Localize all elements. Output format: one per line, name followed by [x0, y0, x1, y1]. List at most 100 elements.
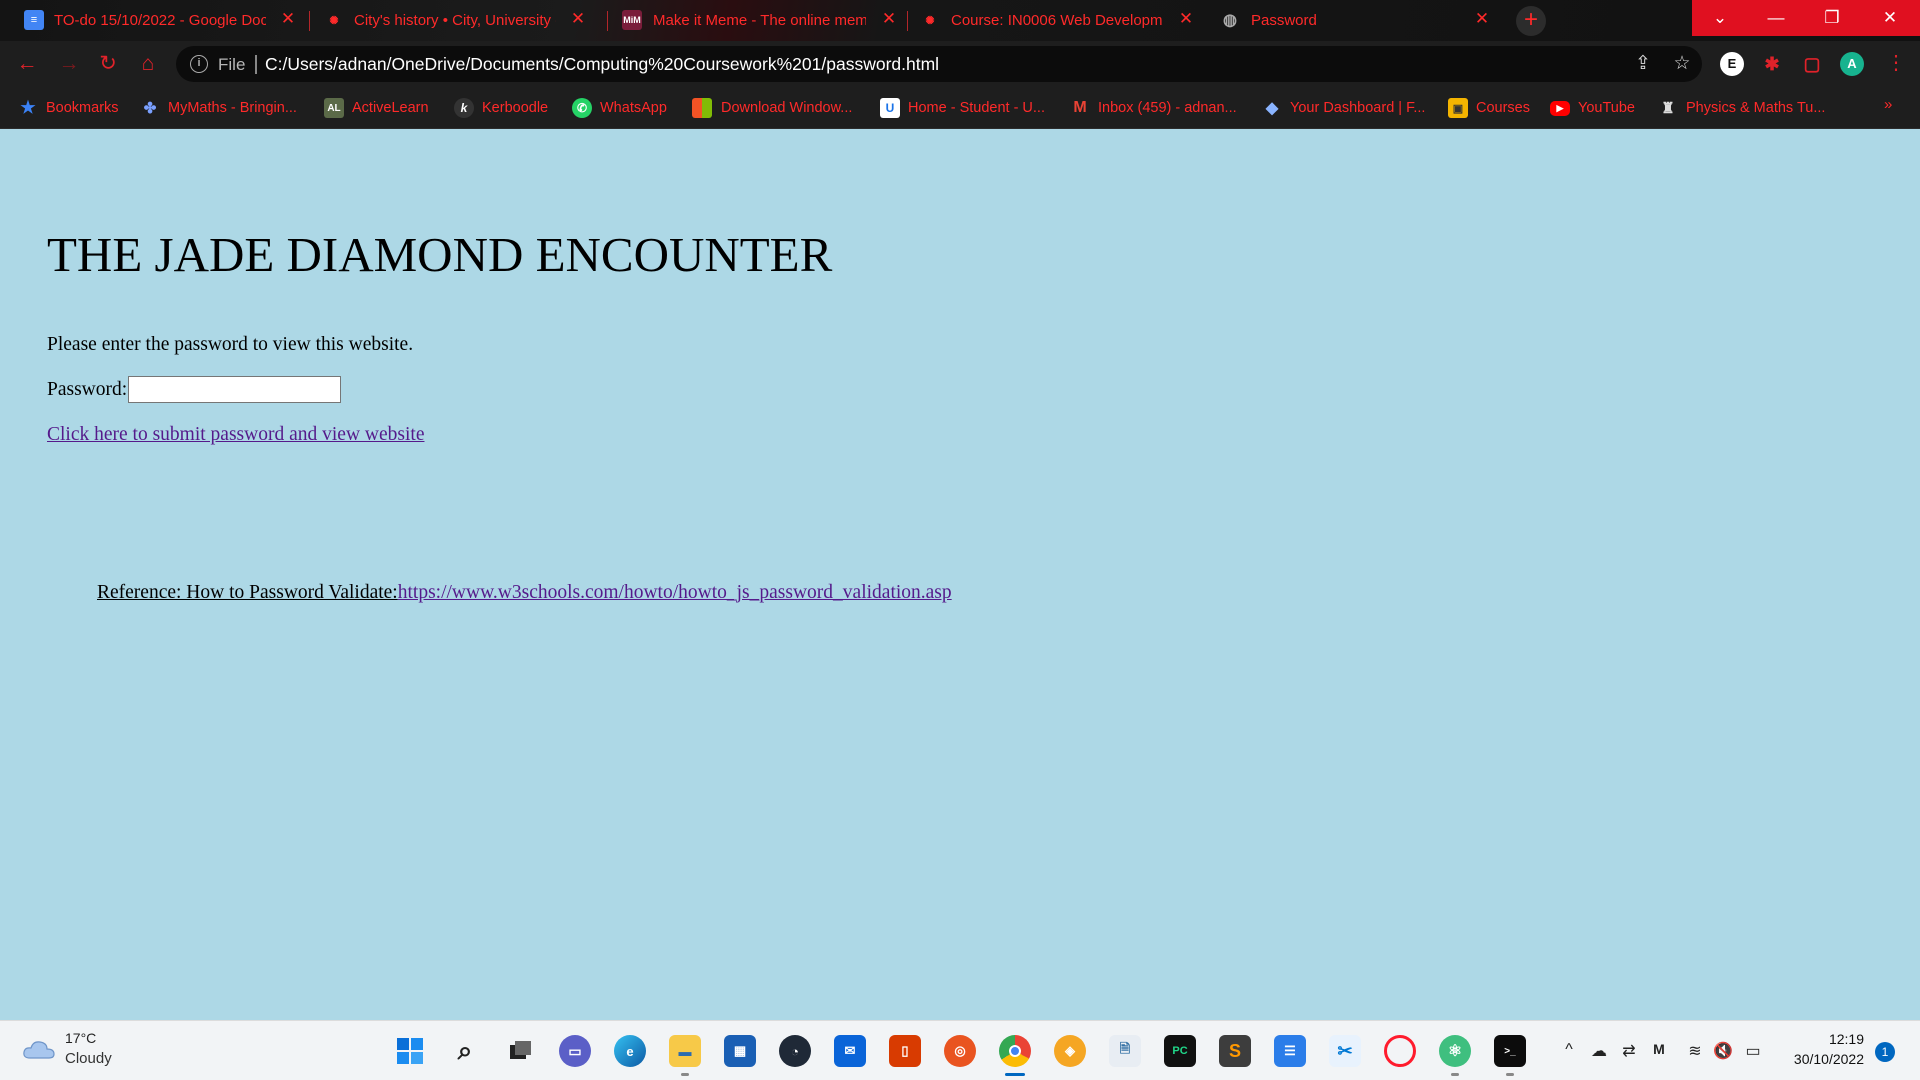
active-indicator	[1005, 1073, 1025, 1076]
tab-close-icon[interactable]: ✕	[1176, 9, 1196, 29]
bookmark-star-icon[interactable]: ☆	[1670, 52, 1694, 76]
reload-button[interactable]: ↻	[95, 51, 121, 77]
store-icon[interactable]: ▦	[724, 1035, 756, 1067]
running-indicator	[681, 1073, 689, 1076]
bookmark-item[interactable]: Download Window...	[692, 96, 852, 120]
tab-course-web-dev[interactable]: ✺ Course: IN0006 Web Development ✕	[920, 0, 1193, 41]
tab-separator	[607, 11, 608, 31]
notification-badge[interactable]: 1	[1875, 1042, 1895, 1062]
pycharm-icon[interactable]: PC	[1164, 1035, 1196, 1067]
cloud-icon[interactable]	[22, 1038, 56, 1060]
terminal-icon[interactable]: >_	[1494, 1035, 1526, 1067]
tab-google-docs[interactable]: ≡ TO-do 15/10/2022 - Google Docs ✕	[24, 0, 295, 41]
password-label: Password:	[47, 378, 128, 400]
weather-temperature[interactable]: 17°C	[65, 1030, 96, 1046]
bookmark-item[interactable]: ✆ WhatsApp	[572, 96, 667, 120]
puzzle-icon[interactable]: ✱	[1760, 52, 1784, 76]
weather-description[interactable]: Cloudy	[65, 1050, 112, 1067]
bookmark-label: Your Dashboard | F...	[1290, 100, 1426, 116]
whatsapp-icon: ✆	[572, 98, 592, 118]
forward-button[interactable]: →	[56, 51, 82, 77]
kerboodle-icon: k	[454, 98, 474, 118]
forward-arrow-icon: →	[58, 52, 80, 75]
address-bar[interactable]: i File C:/Users/adnan/OneDrive/Documents…	[176, 46, 1702, 82]
bookmark-item[interactable]: U Home - Student - U...	[880, 96, 1045, 120]
file-explorer-icon[interactable]: ▬	[669, 1035, 701, 1067]
chevron-up-icon[interactable]: ^	[1558, 1041, 1580, 1059]
bookmark-item[interactable]: ★ Bookmarks	[18, 96, 119, 120]
tab-city-history[interactable]: ✺ City's history • City, University of L…	[324, 0, 585, 41]
clock-date[interactable]: 30/10/2022	[1782, 1051, 1864, 1067]
chat-icon[interactable]: ▭	[559, 1035, 591, 1067]
speedometer-icon[interactable]: ◔	[779, 1035, 811, 1067]
chip-separator	[255, 55, 257, 74]
tab-separator	[907, 11, 908, 31]
bookmark-item[interactable]: ▶ YouTube	[1550, 96, 1635, 120]
atom-icon[interactable]: ⚛	[1439, 1035, 1471, 1067]
clock-time[interactable]: 12:19	[1828, 1031, 1864, 1047]
menu-icon[interactable]: ⋮	[1886, 50, 1906, 75]
bookmark-label: Bookmarks	[46, 100, 119, 116]
python-icon[interactable]: 🗎	[1109, 1035, 1141, 1067]
battery-icon[interactable]: ▭	[1742, 1041, 1764, 1061]
tab-close-icon[interactable]: ✕	[879, 9, 899, 29]
tab-close-icon[interactable]: ✕	[278, 9, 298, 29]
password-input[interactable]	[128, 376, 342, 403]
search-icon[interactable]: ⌕	[449, 1035, 481, 1067]
notepad-icon[interactable]: ☰	[1274, 1035, 1306, 1067]
mail-icon[interactable]: ✉	[834, 1035, 866, 1067]
bookmark-item[interactable]: M Inbox (459) - adnan...	[1070, 96, 1236, 120]
bookmarks-overflow-button[interactable]: »	[1884, 96, 1892, 113]
close-window-button[interactable]: ✕	[1860, 0, 1920, 36]
google-docs-icon: ≡	[24, 10, 44, 30]
tab-search-button[interactable]: ⌄	[1692, 0, 1748, 36]
bookmark-item[interactable]: ▣ Courses	[1448, 96, 1530, 120]
windows-icon	[692, 98, 712, 118]
snipping-icon[interactable]: ✂	[1329, 1035, 1361, 1067]
minimize-button[interactable]: —	[1748, 0, 1804, 36]
extension-e-icon[interactable]: E	[1720, 52, 1744, 76]
bookmark-item[interactable]: ✤ MyMaths - Bringin...	[140, 96, 297, 120]
back-button[interactable]: ←	[14, 51, 40, 77]
bookmark-item[interactable]: ◆ Your Dashboard | F...	[1262, 96, 1426, 120]
bookmark-item[interactable]: ♜ Physics & Maths Tu...	[1658, 96, 1825, 120]
edge-icon[interactable]: e	[614, 1035, 646, 1067]
profile-avatar[interactable]: A	[1840, 52, 1864, 76]
brave-icon[interactable]: ◈	[1054, 1035, 1086, 1067]
ubuntu-icon[interactable]: ◎	[944, 1035, 976, 1067]
tab-close-icon[interactable]: ✕	[1472, 9, 1492, 29]
url-text[interactable]: C:/Users/adnan/OneDrive/Documents/Comput…	[265, 54, 939, 75]
task-view-icon[interactable]	[504, 1035, 536, 1067]
office-icon[interactable]: ▯	[889, 1035, 921, 1067]
gmail-tray-icon[interactable]: M	[1648, 1041, 1670, 1057]
start-icon[interactable]	[394, 1035, 426, 1067]
new-tab-button[interactable]: +	[1516, 6, 1546, 36]
chrome-icon[interactable]	[999, 1035, 1031, 1067]
restore-icon: ❐	[1824, 8, 1840, 27]
tab-password-active[interactable]: ◍ Password ✕	[1220, 0, 1489, 41]
meme-icon: MiM	[622, 10, 642, 30]
diamond-icon: ◆	[1265, 100, 1279, 117]
pmt-icon: ♜	[1661, 100, 1675, 117]
reload-icon: ↻	[99, 52, 117, 75]
sync-icon[interactable]: ⇄	[1618, 1041, 1640, 1061]
tab-close-icon[interactable]: ✕	[568, 9, 588, 29]
home-button[interactable]: ⌂	[135, 51, 161, 77]
bookmark-item[interactable]: k Kerboodle	[454, 96, 548, 120]
onedrive-icon[interactable]: ☁	[1588, 1041, 1610, 1061]
reference-link[interactable]: https://www.w3schools.com/howto/howto_js…	[398, 582, 952, 603]
restore-button[interactable]: ❐	[1804, 0, 1860, 36]
wifi-icon[interactable]: ≋	[1684, 1041, 1706, 1061]
sidebar-icon[interactable]: ▢	[1800, 52, 1824, 76]
submit-password-link[interactable]: Click here to submit password and view w…	[47, 424, 424, 446]
close-icon: ✕	[1882, 8, 1898, 27]
info-icon[interactable]: i	[190, 55, 208, 73]
opera-icon[interactable]	[1384, 1035, 1416, 1067]
volume-muted-icon[interactable]: 🔇	[1712, 1041, 1734, 1061]
bookmark-label: Kerboodle	[482, 100, 549, 116]
share-icon[interactable]: ⇪	[1631, 52, 1655, 76]
courses-icon: ▣	[1448, 98, 1468, 118]
sublime-icon[interactable]: S	[1219, 1035, 1251, 1067]
tab-make-it-meme[interactable]: MiM Make it Meme - The online meme maker…	[622, 0, 896, 41]
bookmark-item[interactable]: AL ActiveLearn	[324, 96, 429, 120]
